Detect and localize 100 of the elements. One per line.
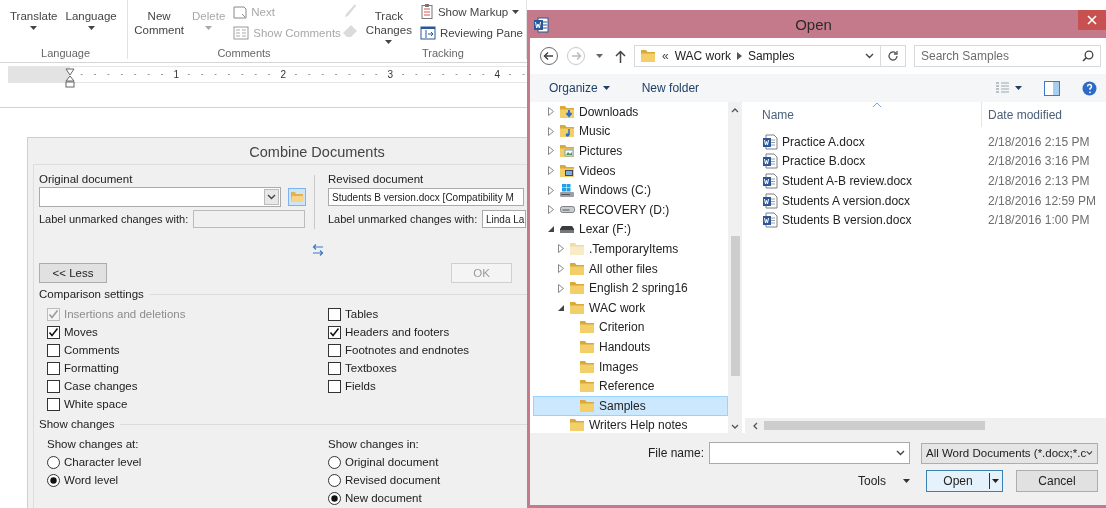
radio-button[interactable] <box>47 455 60 469</box>
file-name-cell[interactable]: Student A-B review.docx <box>745 173 981 189</box>
scroll-up-icon[interactable] <box>731 108 739 113</box>
option-label[interactable]: Character level <box>64 456 142 468</box>
tree-item[interactable]: Videos <box>533 160 728 181</box>
checkbox[interactable] <box>328 307 341 321</box>
back-icon[interactable] <box>539 46 559 66</box>
option-label[interactable]: New document <box>345 492 422 504</box>
option-label[interactable]: Fields <box>345 380 376 392</box>
tree-item[interactable]: Downloads <box>533 102 728 122</box>
expand-arrow-icon[interactable] <box>548 107 554 117</box>
scrollbar[interactable] <box>745 418 1106 433</box>
checkbox[interactable] <box>328 379 341 393</box>
collapse-arrow-icon[interactable] <box>558 304 564 311</box>
tree-item[interactable]: Criterion <box>533 317 728 338</box>
ribbon-button[interactable]: Translate <box>7 0 61 30</box>
scrollbar[interactable] <box>728 102 742 433</box>
tree-item[interactable]: English 2 spring16 <box>533 278 728 298</box>
expand-arrow-icon[interactable] <box>548 166 554 176</box>
file-name-cell[interactable]: Students B version.docx <box>745 212 981 229</box>
option-label[interactable]: Moves <box>64 326 98 338</box>
input-field[interactable]: Linda La <box>482 210 526 228</box>
option-label[interactable]: Textboxes <box>345 362 397 374</box>
radio-button[interactable] <box>328 491 341 505</box>
radio-button[interactable] <box>328 455 341 469</box>
tree-item[interactable]: Pictures <box>533 141 728 161</box>
option-label[interactable]: Revised document <box>345 474 441 486</box>
tree-item[interactable]: Reference <box>533 376 728 396</box>
option-label[interactable]: Original document <box>345 456 439 468</box>
radio-button[interactable] <box>328 473 341 487</box>
toolbar-button[interactable]: New folder <box>638 77 703 99</box>
column-header[interactable]: Name <box>745 102 981 127</box>
collapse-arrow-icon[interactable] <box>548 226 554 233</box>
option-label[interactable]: Footnotes and endnotes <box>345 344 470 356</box>
breadcrumb-arrow-icon[interactable] <box>736 52 742 60</box>
expand-arrow-icon[interactable] <box>558 283 564 293</box>
up-arrow-icon[interactable] <box>615 49 626 63</box>
indent-marker-icon[interactable] <box>65 68 75 88</box>
file-type-dropdown[interactable]: All Word Documents (*.docx;*.c <box>921 442 1098 464</box>
checkbox[interactable] <box>328 343 341 357</box>
tree-item[interactable]: Music <box>533 121 728 142</box>
checkbox[interactable] <box>47 361 60 375</box>
ribbon-button[interactable]: Language <box>62 0 120 30</box>
tree-item[interactable]: Writers Help notes <box>533 415 728 433</box>
expand-arrow-icon[interactable] <box>558 244 564 254</box>
preview-pane-icon[interactable] <box>1044 80 1060 96</box>
option-label[interactable]: White space <box>64 398 128 410</box>
tree-item[interactable]: Handouts <box>533 337 728 357</box>
refresh-icon[interactable] <box>887 50 899 62</box>
tree-item[interactable]: All other files <box>533 258 728 279</box>
breadcrumb[interactable]: WAC work <box>674 49 731 63</box>
input-field[interactable] <box>193 210 305 228</box>
file-name-cell[interactable]: Practice A.docx <box>745 133 981 150</box>
checkbox[interactable] <box>47 343 60 357</box>
breadcrumb-overflow[interactable]: « <box>662 49 669 63</box>
expand-arrow-icon[interactable] <box>558 264 564 274</box>
ribbon-button[interactable]: Show Markup <box>419 1 523 22</box>
revised-document-combo[interactable]: Students B version.docx [Compatibility M <box>328 188 524 206</box>
checkbox[interactable] <box>47 325 60 339</box>
checkbox[interactable] <box>328 361 341 375</box>
checkbox[interactable] <box>47 397 60 411</box>
help-icon[interactable] <box>1082 80 1097 96</box>
checkbox[interactable] <box>328 325 341 339</box>
checkbox[interactable] <box>47 379 60 393</box>
file-name-field[interactable] <box>709 442 910 464</box>
breadcrumb[interactable]: Samples <box>747 49 795 63</box>
tree-item[interactable]: WAC work <box>533 297 728 318</box>
option-label[interactable]: Headers and footers <box>345 326 450 338</box>
option-label[interactable]: Comments <box>64 344 120 356</box>
tree-item[interactable]: RECOVERY (D:) <box>533 199 728 220</box>
cancel-button[interactable]: Cancel <box>1016 470 1098 492</box>
ribbon-button[interactable]: Reviewing Pane <box>419 22 523 43</box>
file-name-cell[interactable]: Students A version.docx <box>745 192 981 209</box>
column-header[interactable]: Date modified <box>981 102 1063 127</box>
tree-item[interactable]: Images <box>533 356 728 377</box>
tree-item[interactable]: Samples <box>533 395 728 416</box>
tree-item[interactable]: Lexar (F:) <box>533 219 728 240</box>
address-bar[interactable]: « WAC work Samples <box>634 45 906 67</box>
less-button[interactable]: << Less <box>39 263 107 283</box>
radio-button[interactable] <box>47 473 60 487</box>
ribbon-button[interactable]: Track Changes <box>362 0 415 44</box>
open-button[interactable]: Open <box>926 470 1003 492</box>
swap-icon[interactable] <box>312 243 324 257</box>
expand-arrow-icon[interactable] <box>548 126 554 136</box>
option-label[interactable]: Tables <box>345 308 379 320</box>
view-options-icon[interactable] <box>996 82 1022 94</box>
expand-arrow-icon[interactable] <box>548 146 554 156</box>
search-field[interactable]: Search Samples <box>914 45 1101 67</box>
option-label[interactable]: Case changes <box>64 380 138 392</box>
toolbar-button[interactable]: Organize <box>546 77 613 99</box>
scroll-left-icon[interactable] <box>753 421 758 430</box>
tree-item[interactable]: .TemporaryItems <box>533 239 728 259</box>
close-icon[interactable] <box>1078 10 1106 30</box>
expand-arrow-icon[interactable] <box>548 185 554 195</box>
scroll-down-icon[interactable] <box>731 424 739 429</box>
option-label[interactable]: Word level <box>64 474 119 486</box>
option-label[interactable]: Formatting <box>64 362 119 374</box>
file-name-cell[interactable]: Practice B.docx <box>745 153 981 170</box>
tree-item[interactable]: Windows (C:) <box>533 180 728 200</box>
ribbon-button[interactable]: New Comment <box>131 0 188 37</box>
